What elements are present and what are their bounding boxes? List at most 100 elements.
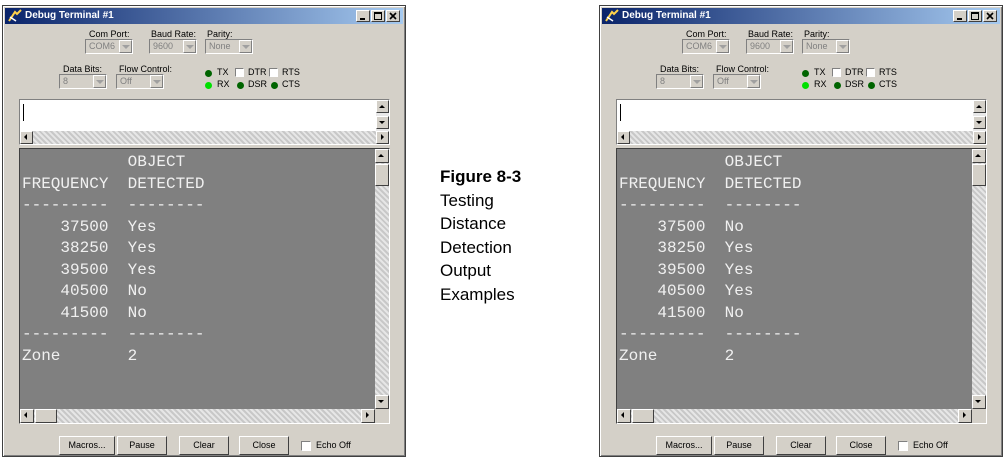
data-bits-label: Data Bits:	[63, 64, 103, 74]
scroll-right-button[interactable]	[361, 409, 375, 423]
terminal-line: --------- --------	[22, 196, 205, 214]
title-bar[interactable]: Debug Terminal #1	[602, 8, 1000, 24]
input-vertical-scrollbar[interactable]	[376, 100, 389, 131]
scroll-thumb[interactable]	[375, 164, 389, 186]
text-caret	[23, 104, 24, 121]
flow-control-label: Flow Control:	[119, 64, 173, 74]
minimize-button[interactable]	[356, 10, 370, 22]
maximize-button[interactable]	[371, 10, 385, 22]
baud-rate-value: 9600	[153, 41, 174, 51]
clear-button[interactable]: Clear	[776, 436, 826, 455]
data-bits-select[interactable]: 8	[656, 74, 704, 89]
data-bits-label: Data Bits:	[660, 64, 700, 74]
rts-label: RTS	[282, 67, 300, 77]
terminal-line: --------- --------	[619, 325, 802, 343]
scroll-right-button[interactable]	[376, 131, 389, 144]
macros-button[interactable]: Macros...	[59, 436, 115, 455]
clear-button[interactable]: Clear	[179, 436, 229, 455]
input-vertical-scrollbar[interactable]	[973, 100, 986, 131]
scrollbar-corner	[375, 409, 389, 423]
scroll-up-button[interactable]	[376, 100, 389, 113]
terminal-line: 41500 No	[619, 303, 744, 322]
chevron-down-icon	[747, 75, 760, 88]
scroll-left-button[interactable]	[617, 131, 630, 144]
scroll-left-button[interactable]	[20, 409, 34, 423]
close-window-button[interactable]	[983, 10, 997, 22]
echo-off-checkbox[interactable]	[301, 441, 311, 451]
window-title: Debug Terminal #1	[622, 10, 711, 21]
data-bits-value: 8	[63, 76, 69, 86]
close-button[interactable]: Close	[239, 436, 289, 455]
scroll-down-button[interactable]	[973, 116, 986, 129]
rts-checkbox[interactable]	[269, 68, 278, 77]
pause-button[interactable]: Pause	[714, 436, 764, 455]
tx-label: TX	[217, 67, 229, 77]
chevron-down-icon	[119, 40, 132, 53]
scroll-down-button[interactable]	[375, 395, 389, 409]
transmit-input[interactable]	[616, 99, 987, 145]
scroll-down-button[interactable]	[376, 116, 389, 129]
terminal-line: OBJECT	[619, 153, 783, 171]
terminal-line: 39500 Yes	[619, 260, 754, 279]
flow-control-label: Flow Control:	[716, 64, 770, 74]
terminal-output-text: OBJECT FREQUENCY DETECTED --------- ------…	[22, 152, 373, 367]
debug-terminal-window-right: Debug Terminal #1 Com Port: Baud Rate: P…	[599, 5, 1003, 457]
close-window-button[interactable]	[386, 10, 400, 22]
maximize-button[interactable]	[968, 10, 982, 22]
scroll-up-button[interactable]	[973, 100, 986, 113]
dsr-label: DSR	[845, 79, 865, 89]
data-bits-select[interactable]: 8	[59, 74, 107, 89]
chevron-down-icon	[716, 40, 729, 53]
scroll-right-button[interactable]	[973, 131, 986, 144]
scroll-left-button[interactable]	[20, 131, 33, 144]
scroll-right-button[interactable]	[958, 409, 972, 423]
flow-control-select[interactable]: Off	[116, 74, 164, 89]
debug-terminal-window-left: Debug Terminal #1 Com Port: Baud Rate: P…	[2, 5, 406, 457]
rx-led-icon	[802, 82, 809, 89]
minimize-button[interactable]	[953, 10, 967, 22]
terminal-line: Zone 2	[22, 346, 138, 365]
scroll-thumb[interactable]	[632, 409, 654, 423]
output-vertical-scrollbar[interactable]	[375, 149, 389, 409]
parity-select[interactable]: None	[802, 39, 850, 54]
input-horizontal-scrollbar[interactable]	[617, 131, 986, 144]
scroll-thumb[interactable]	[972, 164, 986, 186]
baud-rate-select[interactable]: 9600	[149, 39, 197, 54]
flow-control-select[interactable]: Off	[713, 74, 761, 89]
scroll-up-button[interactable]	[375, 149, 389, 163]
rx-led-icon	[205, 82, 212, 89]
close-button[interactable]: Close	[836, 436, 886, 455]
parity-select[interactable]: None	[205, 39, 253, 54]
macros-button[interactable]: Macros...	[656, 436, 712, 455]
rts-checkbox[interactable]	[866, 68, 875, 77]
parity-label: Parity:	[804, 29, 830, 39]
scroll-down-button[interactable]	[972, 395, 986, 409]
data-bits-value: 8	[660, 76, 666, 86]
dtr-checkbox[interactable]	[235, 68, 244, 77]
input-horizontal-scrollbar[interactable]	[20, 131, 389, 144]
close-icon	[389, 12, 397, 20]
scroll-up-button[interactable]	[972, 149, 986, 163]
baud-rate-value: 9600	[750, 41, 771, 51]
terminal-line: 40500 No	[22, 282, 147, 300]
baud-rate-select[interactable]: 9600	[746, 39, 794, 54]
scroll-left-button[interactable]	[617, 409, 631, 423]
scroll-thumb[interactable]	[35, 409, 57, 423]
com-port-value: COM6	[89, 41, 116, 51]
output-horizontal-scrollbar[interactable]	[20, 409, 375, 423]
pause-button[interactable]: Pause	[117, 436, 167, 455]
echo-off-checkbox[interactable]	[898, 441, 908, 451]
terminal-line: 39500 Yes	[22, 260, 157, 279]
title-bar[interactable]: Debug Terminal #1	[5, 8, 403, 24]
parallax-app-icon	[8, 9, 22, 22]
dtr-checkbox[interactable]	[832, 68, 841, 77]
com-port-value: COM6	[686, 41, 713, 51]
com-port-select[interactable]: COM6	[85, 39, 133, 54]
com-port-select[interactable]: COM6	[682, 39, 730, 54]
output-vertical-scrollbar[interactable]	[972, 149, 986, 409]
transmit-input[interactable]	[19, 99, 390, 145]
terminal-line: OBJECT	[22, 153, 186, 171]
close-icon	[986, 12, 994, 20]
scrollbar-corner	[972, 409, 986, 423]
output-horizontal-scrollbar[interactable]	[617, 409, 972, 423]
